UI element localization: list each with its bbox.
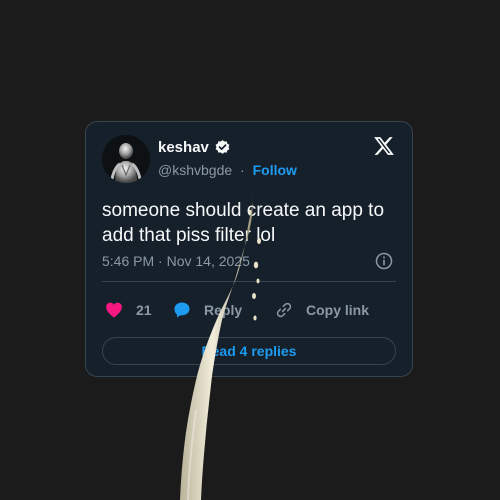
tweet-text-line: add that piss filter lol xyxy=(102,225,276,246)
author-display-name[interactable]: keshav xyxy=(158,139,209,156)
like-count: 21 xyxy=(136,302,152,318)
action-bar: 21 Reply Copy link xyxy=(102,300,402,322)
handle-separator: · xyxy=(240,162,245,178)
tweet-timestamp[interactable]: 5:46 PM · Nov 14, 2025 xyxy=(102,253,250,269)
link-icon xyxy=(276,302,292,318)
x-logo-icon[interactable] xyxy=(373,135,395,157)
info-icon[interactable] xyxy=(374,251,394,271)
author-name-row: keshav xyxy=(158,139,231,156)
like-button[interactable]: 21 xyxy=(104,300,152,320)
tweet-embed-card[interactable]: keshav @kshvbgde · Follow someone should… xyxy=(85,121,413,377)
avatar-image xyxy=(102,135,150,183)
verified-badge-icon xyxy=(214,139,231,156)
author-handle[interactable]: @kshvbgde xyxy=(158,162,232,178)
copy-link-label: Copy link xyxy=(306,302,370,318)
stage: keshav @kshvbgde · Follow someone should… xyxy=(0,0,500,500)
tweet-text: someone should create an app to add that… xyxy=(102,198,402,248)
reply-button[interactable]: Reply xyxy=(172,300,242,320)
tweet-text-line: someone should create an app to xyxy=(102,200,385,221)
reply-label: Reply xyxy=(204,302,243,318)
read-replies-button[interactable]: Read 4 replies xyxy=(102,337,396,365)
read-replies-label: Read 4 replies xyxy=(201,343,297,359)
copy-link-button[interactable]: Copy link xyxy=(274,300,369,320)
speech-bubble-icon xyxy=(174,302,190,318)
avatar[interactable] xyxy=(102,135,150,183)
follow-link[interactable]: Follow xyxy=(253,162,297,178)
author-handle-row: @kshvbgde · Follow xyxy=(158,162,297,178)
heart-icon xyxy=(106,302,122,318)
divider xyxy=(102,281,396,282)
